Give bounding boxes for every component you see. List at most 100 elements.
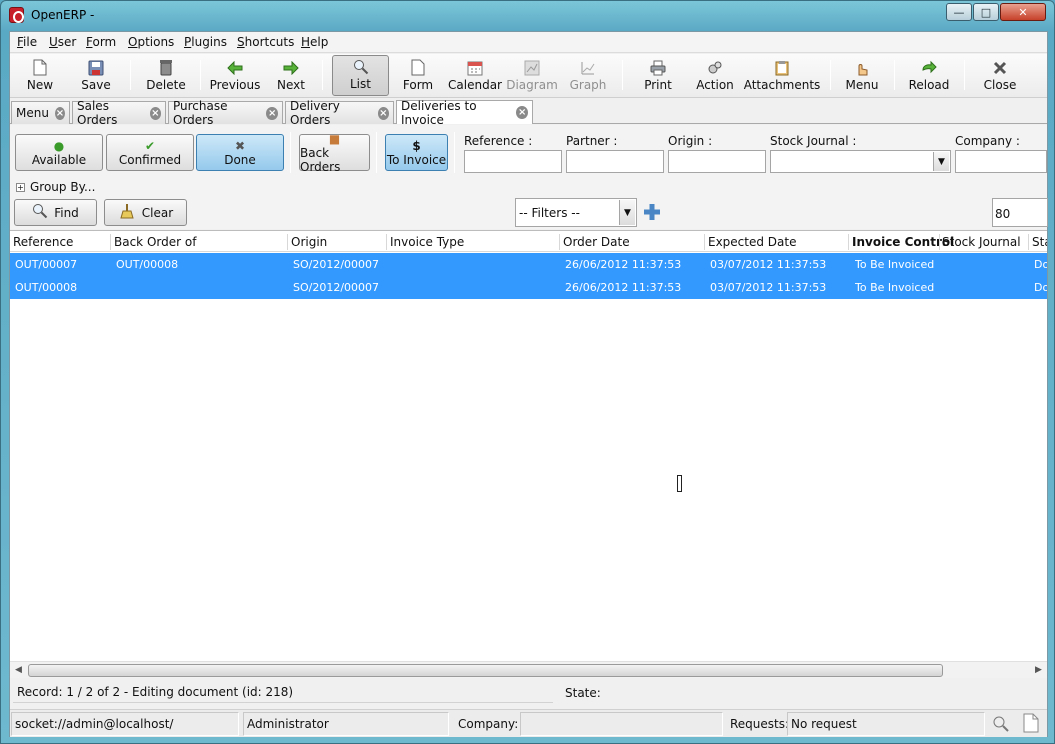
column-header-order-date[interactable]: Order Date bbox=[563, 235, 630, 249]
close-tab-icon[interactable]: × bbox=[149, 106, 161, 120]
column-header-stock-journal[interactable]: Stock Journal bbox=[942, 235, 1021, 249]
company-status-value bbox=[520, 712, 723, 736]
text-cursor-icon bbox=[677, 475, 682, 492]
find-button[interactable]: Find bbox=[14, 199, 97, 226]
column-header-reference[interactable]: Reference bbox=[13, 235, 73, 249]
horizontal-scrollbar[interactable]: ◀ ▶ bbox=[10, 661, 1047, 678]
tab-purchase-orders[interactable]: Purchase Orders × bbox=[168, 99, 283, 127]
group-by-expander[interactable]: + Group By... bbox=[16, 180, 95, 194]
clipboard-icon bbox=[773, 59, 791, 76]
new-button[interactable]: New bbox=[16, 55, 64, 96]
new-request-icon[interactable] bbox=[1023, 713, 1039, 736]
table-row[interactable]: OUT/00008 SO/2012/00007 26/06/2012 11:37… bbox=[10, 276, 1047, 299]
cell-state: Do bbox=[1034, 258, 1047, 271]
list-view-button[interactable]: List bbox=[332, 55, 389, 96]
search-icon bbox=[32, 203, 48, 222]
cell-reference: OUT/00008 bbox=[15, 281, 78, 294]
filter-separator bbox=[376, 132, 377, 173]
maximize-button[interactable]: □ bbox=[973, 3, 999, 21]
toolbar-separator bbox=[130, 60, 131, 90]
column-divider bbox=[939, 234, 940, 250]
filter-back-orders-button[interactable]: ■ Back Orders bbox=[299, 132, 370, 174]
minimize-icon: — bbox=[953, 5, 965, 19]
tab-menu[interactable]: Menu × bbox=[11, 101, 70, 124]
reload-button[interactable]: Reload bbox=[906, 55, 952, 96]
diagram-icon bbox=[523, 59, 541, 76]
save-button[interactable]: Save bbox=[72, 55, 120, 96]
filter-confirmed-button[interactable]: ✔ Confirmed bbox=[106, 134, 194, 171]
column-divider bbox=[559, 234, 560, 250]
column-divider bbox=[704, 234, 705, 250]
menu-shortcuts[interactable]: Shortcuts bbox=[237, 35, 294, 49]
close-tab-icon[interactable]: × bbox=[54, 106, 65, 120]
filter-to-invoice-button[interactable]: $ To Invoice bbox=[385, 134, 448, 171]
requests-label: Requests: bbox=[730, 717, 790, 731]
scroll-left-icon[interactable]: ◀ bbox=[15, 665, 22, 675]
menu-plugins[interactable]: Plugins bbox=[184, 35, 227, 49]
cross-icon: ✖ bbox=[234, 138, 246, 153]
print-button[interactable]: Print bbox=[636, 55, 680, 96]
company-input[interactable] bbox=[955, 150, 1047, 173]
cell-order-date: 26/06/2012 11:37:53 bbox=[565, 281, 682, 294]
partner-input[interactable] bbox=[566, 150, 664, 173]
filters-dropdown[interactable]: -- Filters -- ▼ bbox=[515, 198, 637, 227]
column-header-expected-date[interactable]: Expected Date bbox=[708, 235, 796, 249]
menu-button[interactable]: Menu bbox=[842, 55, 882, 96]
menu-help[interactable]: Help bbox=[301, 35, 328, 49]
reference-input[interactable] bbox=[464, 150, 562, 173]
search-requests-icon[interactable] bbox=[992, 715, 1010, 736]
next-button[interactable]: Next bbox=[270, 55, 312, 96]
checkmark-icon: ✔ bbox=[144, 138, 156, 153]
menu-file[interactable]: File bbox=[17, 35, 37, 49]
state-label: State: bbox=[565, 686, 601, 700]
filter-done-button[interactable]: ✖ Done bbox=[196, 134, 284, 171]
close-tab-icon[interactable]: × bbox=[266, 106, 278, 120]
scroll-right-icon[interactable]: ▶ bbox=[1035, 665, 1042, 675]
window-close-button[interactable]: ✕ bbox=[1000, 3, 1046, 21]
form-view-button[interactable]: Form bbox=[398, 55, 438, 96]
column-header-state[interactable]: Sta bbox=[1032, 235, 1047, 249]
close-tab-icon[interactable]: × bbox=[516, 106, 528, 119]
column-header-origin[interactable]: Origin bbox=[291, 235, 327, 249]
limit-input[interactable]: 80 bbox=[992, 198, 1048, 227]
origin-input[interactable] bbox=[668, 150, 766, 173]
stock-journal-select[interactable]: ▼ bbox=[770, 150, 951, 173]
reference-label: Reference : bbox=[464, 134, 533, 148]
graph-view-button[interactable]: Graph bbox=[566, 55, 610, 96]
previous-button[interactable]: Previous bbox=[208, 55, 262, 96]
partner-label: Partner : bbox=[566, 134, 618, 148]
minimize-button[interactable]: — bbox=[946, 3, 972, 21]
tab-sales-orders[interactable]: Sales Orders × bbox=[72, 99, 166, 127]
column-divider bbox=[287, 234, 288, 250]
menu-options[interactable]: Options bbox=[128, 35, 174, 49]
application-window: OpenERP - — □ ✕ File User Form Options P… bbox=[0, 0, 1055, 744]
table-row[interactable]: OUT/00007 OUT/00008 SO/2012/00007 26/06/… bbox=[10, 253, 1047, 276]
tab-delivery-orders[interactable]: Delivery Orders × bbox=[285, 99, 394, 127]
stock-journal-label: Stock Journal : bbox=[770, 134, 857, 148]
scrollbar-thumb[interactable] bbox=[28, 664, 943, 677]
calendar-view-button[interactable]: Calendar bbox=[448, 55, 502, 96]
chevron-down-icon[interactable]: ▼ bbox=[619, 200, 635, 225]
column-header-invoice-type[interactable]: Invoice Type bbox=[390, 235, 464, 249]
attachments-button[interactable]: Attachments bbox=[744, 55, 820, 96]
trash-icon bbox=[157, 59, 175, 76]
records-list[interactable]: Reference Back Order of Origin Invoice T… bbox=[10, 230, 1047, 678]
filter-available-button[interactable]: ● Available bbox=[15, 134, 103, 171]
title-bar[interactable]: OpenERP - — □ ✕ bbox=[1, 1, 1054, 29]
add-filter-plus-icon[interactable] bbox=[642, 202, 662, 222]
menu-form[interactable]: Form bbox=[86, 35, 116, 49]
action-button[interactable]: Action bbox=[691, 55, 739, 96]
current-user: Administrator bbox=[243, 712, 449, 736]
close-button[interactable]: Close bbox=[978, 55, 1022, 96]
window-title: OpenERP - bbox=[31, 8, 95, 22]
cell-state: Do bbox=[1034, 281, 1047, 294]
toolbar: New Save Delete Previous Next List Form … bbox=[10, 54, 1047, 98]
diagram-view-button[interactable]: Diagram bbox=[506, 55, 558, 96]
menu-user[interactable]: User bbox=[49, 35, 76, 49]
clear-button[interactable]: Clear bbox=[104, 199, 187, 226]
close-tab-icon[interactable]: × bbox=[377, 106, 389, 120]
chevron-down-icon[interactable]: ▼ bbox=[933, 152, 949, 171]
delete-button[interactable]: Delete bbox=[140, 55, 192, 96]
tab-deliveries-to-invoice[interactable]: Deliveries to Invoice × bbox=[396, 99, 533, 127]
column-header-back-order-of[interactable]: Back Order of bbox=[114, 235, 196, 249]
